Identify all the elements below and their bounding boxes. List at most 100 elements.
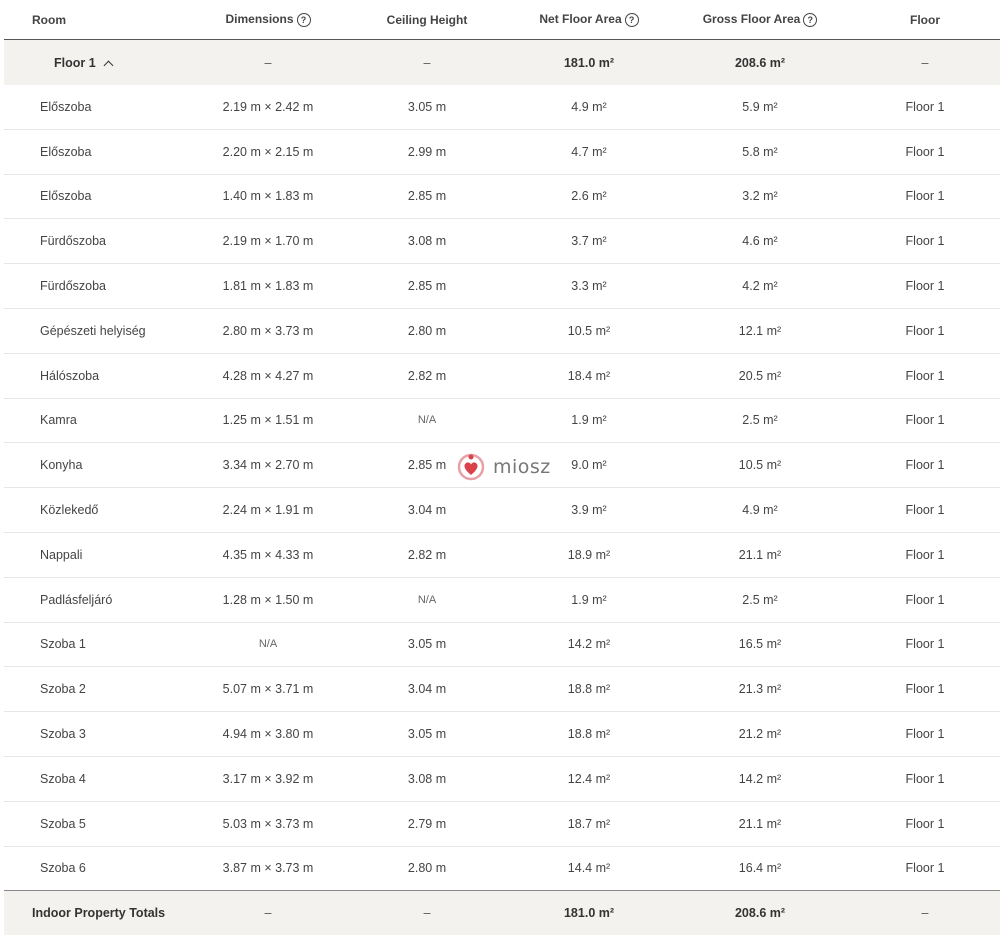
- room-net-floor-area: 18.8 m²: [567, 682, 611, 697]
- floor-group-gross-floor-area: 208.6 m²: [734, 55, 786, 70]
- watermark-logo: miosz: [456, 452, 551, 482]
- room-ceiling-height: 3.08 m: [407, 771, 447, 786]
- room-dimensions: 2.24 m × 1.91 m: [222, 503, 314, 518]
- room-ceiling-height: 3.04 m: [407, 682, 447, 697]
- room-ceiling-height: 2.82 m: [407, 547, 447, 562]
- room-ceiling-height: 3.04 m: [407, 503, 447, 518]
- room-gross-floor-area: 21.2 m²: [738, 727, 782, 742]
- room-gross-floor-area: 5.8 m²: [742, 144, 778, 159]
- room-floor: Floor 1: [905, 816, 945, 831]
- floor-group-row[interactable]: Floor 1 – – 181.0 m² 208.6 m² –: [4, 40, 1000, 85]
- room-net-floor-area: 4.7 m²: [571, 144, 607, 159]
- room-net-floor-area: 18.7 m²: [567, 816, 611, 831]
- room-dimensions: 2.80 m × 3.73 m: [222, 323, 314, 338]
- room-ceiling-height: 3.05 m: [407, 99, 447, 114]
- table-row: Közlekedő 2.24 m × 1.91 m 3.04 m 3.9 m² 4.9 …: [4, 488, 1000, 533]
- room-floor: Floor 1: [905, 861, 945, 876]
- room-floor: Floor 1: [905, 682, 945, 697]
- room-dimensions: 1.28 m × 1.50 m: [222, 592, 314, 607]
- room-name: Szoba 4: [40, 771, 86, 786]
- totals-net-floor-area: 181.0 m²: [563, 906, 615, 921]
- col-header-floor: Floor: [910, 12, 940, 27]
- room-floor: Floor 1: [905, 771, 945, 786]
- room-net-floor-area: 2.6 m²: [571, 189, 607, 204]
- totals-label: Indoor Property Totals: [32, 906, 166, 921]
- room-dimensions: 2.19 m × 2.42 m: [222, 99, 314, 114]
- room-gross-floor-area: 16.4 m²: [738, 861, 782, 876]
- room-gross-floor-area: 10.5 m²: [738, 458, 782, 473]
- help-icon[interactable]: ?: [803, 12, 818, 27]
- room-net-floor-area: 3.3 m²: [571, 279, 607, 294]
- room-gross-floor-area: 3.2 m²: [742, 189, 778, 204]
- room-name: Előszoba: [40, 144, 92, 159]
- table-row: Gépészeti helyiség 2.80 m × 3.73 m 2.80 m 1…: [4, 309, 1000, 354]
- room-ceiling-height: 2.82 m: [407, 368, 447, 383]
- room-dimensions: 1.81 m × 1.83 m: [222, 279, 314, 294]
- room-name: Hálószoba: [40, 368, 100, 383]
- room-dimensions: 2.19 m × 1.70 m: [222, 234, 314, 249]
- floor-group-toggle[interactable]: Floor 1: [4, 56, 190, 70]
- room-ceiling-height: N/A: [417, 593, 437, 606]
- room-ceiling-height: 2.85 m: [407, 279, 447, 294]
- room-ceiling-height: 2.80 m: [407, 861, 447, 876]
- room-gross-floor-area: 5.9 m²: [742, 99, 778, 114]
- room-name: Szoba 3: [40, 727, 86, 742]
- room-gross-floor-area: 16.5 m²: [738, 637, 782, 652]
- room-net-floor-area: 1.9 m²: [571, 592, 607, 607]
- totals-ceiling-height: –: [423, 906, 431, 921]
- room-floor: Floor 1: [905, 637, 945, 652]
- room-ceiling-height: 3.05 m: [407, 637, 447, 652]
- table-row: Szoba 2 5.07 m × 3.71 m 3.04 m 18.8 m² 21.3 …: [4, 667, 1000, 713]
- table-row: Fürdőszoba 2.19 m × 1.70 m 3.08 m 3.7 m² 4.6…: [4, 219, 1000, 265]
- table-row: Szoba 6 3.87 m × 3.73 m 2.80 m 14.4 m² 16.4 …: [4, 847, 1000, 892]
- room-gross-floor-area: 14.2 m²: [738, 771, 782, 786]
- room-dimensions: 3.87 m × 3.73 m: [222, 861, 314, 876]
- room-floor: Floor 1: [905, 727, 945, 742]
- table-body: Előszoba 2.19 m × 2.42 m 3.05 m 4.9 m² 5.9 m…: [4, 85, 1000, 892]
- room-dimensions: N/A: [258, 638, 278, 651]
- room-dimensions: 5.07 m × 3.71 m: [222, 682, 314, 697]
- miosz-logo-icon: [457, 453, 485, 481]
- room-ceiling-height: 2.85 m: [407, 189, 447, 204]
- room-net-floor-area: 14.4 m²: [567, 861, 611, 876]
- room-dimensions: 4.94 m × 3.80 m: [222, 727, 314, 742]
- room-net-floor-area: 3.7 m²: [571, 234, 607, 249]
- table-row: Szoba 5 5.03 m × 3.73 m 2.79 m 18.7 m² 21.1 …: [4, 802, 1000, 847]
- col-header-dimensions: Dimensions?: [190, 12, 346, 27]
- room-name: Konyha: [40, 458, 83, 473]
- col-header-net-floor-area: Net Floor Area?: [508, 12, 670, 27]
- help-icon[interactable]: ?: [624, 12, 639, 27]
- room-name: Szoba 1: [40, 637, 86, 652]
- room-ceiling-height: 3.05 m: [407, 727, 447, 742]
- room-name: Szoba 5: [40, 816, 86, 831]
- room-floor: Floor 1: [905, 413, 945, 428]
- floor-group-dimensions: –: [264, 55, 272, 70]
- col-header-dimensions-label: Dimensions: [225, 12, 294, 27]
- floor-group-net-floor-area: 181.0 m²: [563, 55, 615, 70]
- totals-floor: –: [921, 906, 929, 921]
- room-floor: Floor 1: [905, 99, 945, 114]
- room-gross-floor-area: 21.3 m²: [738, 682, 782, 697]
- room-floor: Floor 1: [905, 368, 945, 383]
- floor-group-floor: –: [921, 55, 929, 70]
- table-row: Előszoba 2.20 m × 2.15 m 2.99 m 4.7 m² 5.8 m…: [4, 130, 1000, 175]
- room-ceiling-height: 3.08 m: [407, 234, 447, 249]
- totals-gross-floor-area: 208.6 m²: [734, 906, 786, 921]
- room-floor: Floor 1: [905, 279, 945, 294]
- room-gross-floor-area: 21.1 m²: [738, 547, 782, 562]
- room-ceiling-height: N/A: [417, 414, 437, 427]
- room-dimensions: 1.40 m × 1.83 m: [222, 189, 314, 204]
- room-dimensions: 2.20 m × 2.15 m: [222, 144, 314, 159]
- chevron-up-icon[interactable]: [103, 60, 114, 70]
- col-header-room: Room: [32, 12, 66, 27]
- room-dimensions: 1.25 m × 1.51 m: [222, 413, 314, 428]
- table-header: Room Dimensions? Ceiling Height Net Floo…: [4, 0, 1000, 40]
- floor-group-label: Floor 1: [54, 55, 96, 70]
- room-name: Fürdőszoba: [40, 279, 107, 294]
- room-name: Közlekedő: [40, 503, 99, 518]
- room-floor: Floor 1: [905, 592, 945, 607]
- table-row: Előszoba 2.19 m × 2.42 m 3.05 m 4.9 m² 5.9 m…: [4, 85, 1000, 130]
- totals-dimensions: –: [264, 906, 272, 921]
- help-icon[interactable]: ?: [296, 12, 311, 27]
- room-floor: Floor 1: [905, 458, 945, 473]
